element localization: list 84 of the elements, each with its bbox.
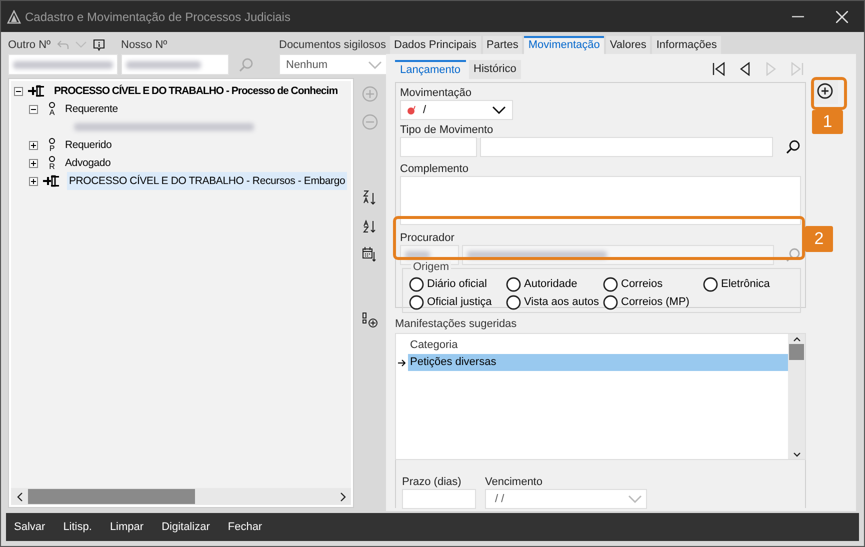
scroll-thumb[interactable] [28,489,195,504]
field-label: Documentos sigilosos [279,39,386,51]
vertical-scrollbar[interactable] [788,334,805,459]
expand-icon[interactable] [29,140,38,150]
column-header: Categoria [409,338,459,353]
horizontal-scrollbar[interactable] [11,488,351,505]
field-label: Tipo de Movimento [400,123,494,137]
action-button[interactable]: Fechar [228,521,262,533]
tree-item[interactable]: PROCESSO CÍVEL E DO TRABALHO - Processo de Conhecim [52,82,340,100]
radio-label: Correios (MP) [621,296,690,308]
first-page-icon[interactable] [712,62,726,76]
tab[interactable]: Movimentação [524,36,604,54]
date-picker[interactable]: / / [485,489,647,509]
info-icon[interactable] [92,39,105,51]
dropdown-value: Nenhum [286,58,328,70]
tab[interactable]: Informações [652,36,721,54]
radio-label: Vista aos autos [524,296,600,308]
tree-item[interactable]: Requerido [63,136,114,154]
step-badge: 1 [812,110,843,134]
radio-button[interactable] [703,276,718,292]
table-cell[interactable]: Petições diversas [408,354,788,371]
collapse-icon[interactable] [29,104,38,114]
dropdown-value: / [423,104,426,116]
action-button[interactable]: Salvar [14,521,46,533]
tab[interactable]: Dados Principais [390,36,481,54]
chevron-down-icon[interactable] [492,106,506,114]
scroll-thumb[interactable] [789,344,804,360]
radio-label: Diário oficial [427,278,487,290]
field-label: Prazo (dias) [402,475,462,489]
radio-button[interactable] [603,276,618,292]
expand-icon[interactable] [29,176,38,186]
sort-icon[interactable] [362,218,378,234]
tab[interactable]: Histórico [468,60,522,78]
radio-button[interactable] [506,294,521,310]
action-button[interactable]: Limpar [110,521,144,533]
radio-button[interactable] [409,276,424,292]
input-field[interactable] [8,54,118,75]
expand-icon[interactable] [29,158,38,168]
radio-label: Correios [621,278,663,290]
add-node-icon[interactable] [362,312,378,328]
tree-item[interactable]: Requerente [63,100,120,118]
dropdown[interactable]: Nenhum [279,54,387,75]
radio-label: Eletrônica [721,278,770,290]
radio-button[interactable] [506,276,521,292]
search-icon[interactable] [785,139,801,155]
field-label: Nosso Nº [121,39,168,51]
date-value: / / [494,493,504,505]
radio-button[interactable] [603,294,618,310]
text-area[interactable] [400,176,801,225]
field-label: Outro Nº [8,39,51,51]
chevron-right-icon[interactable] [340,492,346,502]
field-label: Complemento [400,162,470,176]
status-dot-icon [407,105,417,115]
close-icon[interactable] [836,10,848,22]
group-label: Origem [411,261,452,273]
field-label: Procurador [400,231,456,245]
tab[interactable]: Lançamento [395,60,466,78]
input-field[interactable] [121,54,229,75]
logo-icon [7,10,21,24]
field-label: Vencimento [485,475,544,489]
action-button[interactable]: Litisp. [63,521,92,533]
row-pointer-icon [398,358,406,366]
collapse-icon[interactable] [14,86,23,96]
radio-label: Autoridade [524,278,578,290]
tree-item[interactable]: PROCESSO CÍVEL E DO TRABALHO - Recursos - Embargo [67,172,348,190]
radio-button[interactable] [409,294,424,310]
radio-label: Oficial justiça [427,296,492,308]
step-badge: 2 [805,226,833,252]
input-field[interactable] [480,137,773,157]
sort-icon[interactable] [362,190,378,206]
dropdown[interactable]: / [400,100,513,120]
action-button[interactable]: Digitalizar [162,521,210,533]
tree-item[interactable]: Advogado [63,154,113,172]
minimize-icon[interactable] [792,16,804,18]
section-label: Manifestações sugeridas [395,317,518,331]
input-field[interactable] [402,489,476,509]
tab[interactable]: Partes [482,36,522,54]
input-field[interactable] [400,137,478,157]
tab[interactable]: Valores [606,36,650,54]
previous-icon[interactable] [738,62,752,76]
chevron-left-icon[interactable] [16,492,22,502]
calendar-sort-icon[interactable] [362,246,378,262]
window-title: Cadastro e Movimentação de Processos Judiciais [25,10,292,24]
field-label: Movimentação [400,86,473,100]
